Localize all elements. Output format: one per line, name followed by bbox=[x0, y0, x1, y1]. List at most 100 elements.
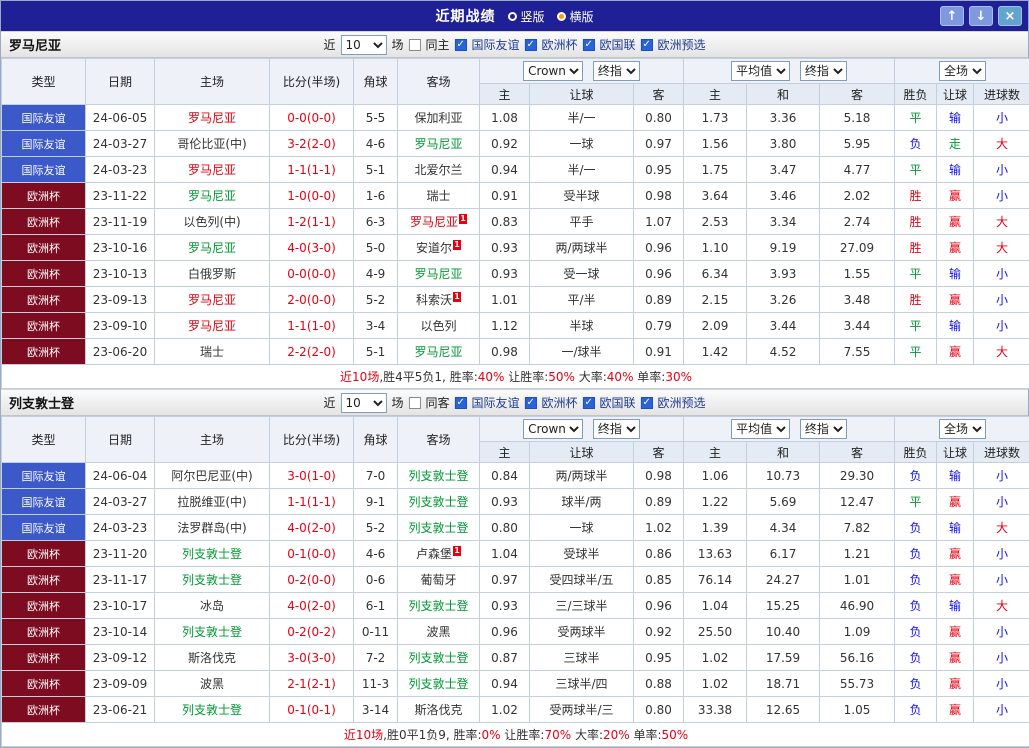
layout-radio-horizontal[interactable]: 横版 bbox=[557, 8, 594, 25]
eu-away-odds: 5.18 bbox=[820, 105, 895, 131]
eu-home-odds: 2.09 bbox=[684, 313, 747, 339]
col-ah-home: 主 bbox=[480, 442, 530, 463]
home-team: 阿尔巴尼亚(中) bbox=[155, 463, 270, 489]
scope-select[interactable]: 全场 bbox=[939, 419, 986, 439]
goals-result: 小 bbox=[974, 697, 1029, 723]
match-row: 国际友谊24-03-27拉脱维亚(中)1-1(1-1)9-1列支敦士登0.93球… bbox=[2, 489, 1029, 515]
ah-away-odds: 0.97 bbox=[634, 131, 684, 157]
eu-home-odds: 1.02 bbox=[684, 645, 747, 671]
filter-friendly-checkbox[interactable] bbox=[454, 397, 466, 409]
near-label: 近 bbox=[323, 36, 335, 53]
col-home: 主场 bbox=[155, 417, 270, 463]
filter-controls: 近 10 场 同客 国际友谊 欧洲杯 欧国联 欧洲预选 bbox=[323, 393, 705, 413]
ah-away-odds: 0.79 bbox=[634, 313, 684, 339]
corner-score: 5-1 bbox=[354, 339, 398, 365]
radio-horizontal-label: 横版 bbox=[570, 8, 594, 25]
bookmaker-select[interactable]: Crown bbox=[523, 61, 583, 81]
eu-draw-odds: 24.27 bbox=[747, 567, 820, 593]
near-label: 近 bbox=[323, 394, 335, 411]
summary-prefix: 近10场 bbox=[344, 728, 383, 742]
move-up-button[interactable]: ↑ bbox=[940, 6, 964, 26]
goals-result: 小 bbox=[974, 313, 1029, 339]
bookmaker-select[interactable]: Crown bbox=[523, 419, 583, 439]
scope-select[interactable]: 全场 bbox=[939, 61, 986, 81]
match-date: 24-06-05 bbox=[86, 105, 155, 131]
away-team: 瑞士 bbox=[398, 183, 480, 209]
filter-eurocup-checkbox[interactable] bbox=[525, 397, 537, 409]
match-row: 国际友谊24-03-27哥伦比亚(中)3-2(2-0)4-6罗马尼亚0.92一球… bbox=[2, 131, 1029, 157]
ah-home-odds: 0.93 bbox=[480, 235, 530, 261]
summary-stat-value: 40% bbox=[607, 370, 634, 384]
ah-home-odds: 1.01 bbox=[480, 287, 530, 313]
competition-type: 欧洲杯 bbox=[2, 339, 86, 365]
match-date: 24-03-23 bbox=[86, 515, 155, 541]
match-row: 欧洲杯23-09-09波黑2-1(2-1)11-3列支敦士登0.94三球半/四0… bbox=[2, 671, 1029, 697]
average-select[interactable]: 平均值 bbox=[731, 419, 790, 439]
match-row: 欧洲杯23-11-20列支敦士登0-1(0-0)4-6卢森堡11.04受球半0.… bbox=[2, 541, 1029, 567]
handicap-result: 赢 bbox=[937, 287, 974, 313]
ah-away-odds: 1.07 bbox=[634, 209, 684, 235]
move-down-button[interactable]: ↓ bbox=[969, 6, 993, 26]
summary-stat-label: 让胜率: bbox=[504, 370, 548, 384]
same-venue-label: 同主 bbox=[425, 36, 449, 53]
home-team: 罗马尼亚 bbox=[155, 235, 270, 261]
filter-nationsleague-checkbox[interactable] bbox=[583, 39, 595, 51]
close-button[interactable]: × bbox=[998, 6, 1022, 26]
result-text: 负 bbox=[895, 645, 937, 671]
summary-stat-value: 70% bbox=[544, 728, 571, 742]
filter-euroqualifier-checkbox[interactable] bbox=[641, 39, 653, 51]
match-date: 23-10-14 bbox=[86, 619, 155, 645]
eu-away-odds: 2.02 bbox=[820, 183, 895, 209]
match-count-select[interactable]: 10 bbox=[340, 393, 386, 413]
ah-line: 两/两球半 bbox=[530, 463, 634, 489]
ah-final-odds-select[interactable]: 终指 bbox=[593, 419, 640, 439]
ah-home-odds: 0.96 bbox=[480, 619, 530, 645]
away-team: 罗马尼亚 bbox=[398, 339, 480, 365]
result-text: 负 bbox=[895, 697, 937, 723]
away-team: 列支敦士登 bbox=[398, 671, 480, 697]
red-card-badge: 1 bbox=[459, 214, 467, 224]
filter-friendly-checkbox[interactable] bbox=[454, 39, 466, 51]
ah-away-odds: 0.96 bbox=[634, 235, 684, 261]
handicap-result: 赢 bbox=[937, 235, 974, 261]
match-count-select[interactable]: 10 bbox=[340, 35, 386, 55]
same-venue-checkbox[interactable] bbox=[408, 39, 420, 51]
ah-away-odds: 0.85 bbox=[634, 567, 684, 593]
ah-line: 受半球 bbox=[530, 183, 634, 209]
summary-stat-label: 让胜率: bbox=[501, 728, 545, 742]
result-text: 负 bbox=[895, 131, 937, 157]
eu-draw-odds: 10.40 bbox=[747, 619, 820, 645]
corner-score: 0-6 bbox=[354, 567, 398, 593]
matches-body: 国际友谊24-06-04阿尔巴尼亚(中)3-0(1-0)7-0列支敦士登0.84… bbox=[2, 463, 1029, 723]
ah-away-odds: 0.92 bbox=[634, 619, 684, 645]
radio-horizontal-icon[interactable] bbox=[557, 12, 566, 21]
filter-euroqualifier-checkbox[interactable] bbox=[641, 397, 653, 409]
col-date: 日期 bbox=[86, 417, 155, 463]
match-date: 23-10-17 bbox=[86, 593, 155, 619]
filter-nationsleague-checkbox[interactable] bbox=[583, 397, 595, 409]
layout-radio-vertical[interactable]: 竖版 bbox=[507, 8, 544, 25]
goals-result: 小 bbox=[974, 287, 1029, 313]
match-date: 24-06-04 bbox=[86, 463, 155, 489]
corner-score: 5-2 bbox=[354, 515, 398, 541]
match-score: 0-0(0-0) bbox=[270, 261, 354, 287]
average-select[interactable]: 平均值 bbox=[731, 61, 790, 81]
result-text: 平 bbox=[895, 313, 937, 339]
titlebar-center: 近期战绩 竖版 横版 bbox=[435, 6, 593, 26]
filter-eurocup-checkbox[interactable] bbox=[525, 39, 537, 51]
ah-final-odds-select[interactable]: 终指 bbox=[593, 61, 640, 81]
away-team: 科索沃1 bbox=[398, 287, 480, 313]
filter-eurocup-label: 欧洲杯 bbox=[542, 36, 578, 53]
eu-final-odds-select[interactable]: 终指 bbox=[800, 61, 847, 81]
home-team: 列支敦士登 bbox=[155, 567, 270, 593]
match-date: 23-10-16 bbox=[86, 235, 155, 261]
matches-table: 类型 日期 主场 比分(半场) 角球 客场 Crown 终指 平均值 终指 全场 bbox=[1, 58, 1029, 389]
goals-result: 小 bbox=[974, 261, 1029, 287]
match-row: 欧洲杯23-11-19以色列(中)1-2(1-1)6-3罗马尼亚10.83平手1… bbox=[2, 209, 1029, 235]
same-venue-checkbox[interactable] bbox=[408, 397, 420, 409]
match-date: 24-03-27 bbox=[86, 489, 155, 515]
radio-vertical-icon[interactable] bbox=[507, 12, 516, 21]
eu-away-odds: 1.55 bbox=[820, 261, 895, 287]
eu-final-odds-select[interactable]: 终指 bbox=[800, 419, 847, 439]
competition-type: 欧洲杯 bbox=[2, 313, 86, 339]
